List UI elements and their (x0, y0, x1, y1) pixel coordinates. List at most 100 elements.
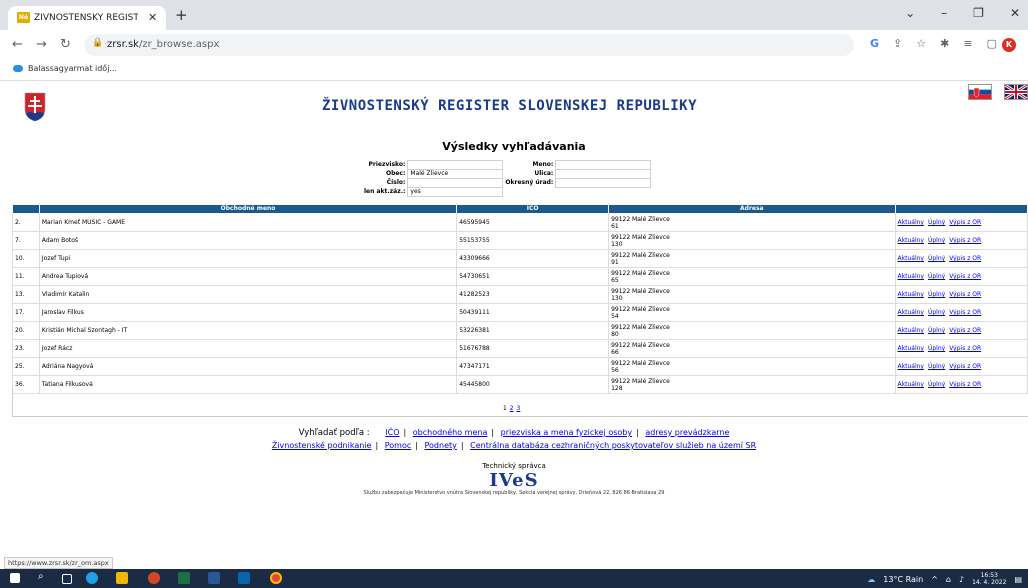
full-extract-link[interactable]: Úplný (928, 237, 945, 244)
lock-icon[interactable]: 🔒 (92, 38, 103, 48)
full-extract-link[interactable]: Úplný (928, 273, 945, 280)
bookmark-item[interactable]: Balassagyarmat időj... (13, 64, 117, 73)
reload-icon[interactable]: ↻ (60, 37, 71, 52)
google-icon[interactable]: G (870, 37, 879, 50)
current-extract-link[interactable]: Aktuálny (898, 219, 924, 226)
notifications-icon[interactable]: ▤ (1014, 575, 1022, 584)
profile-avatar[interactable]: K (1002, 38, 1016, 52)
or-extract-link[interactable]: Výpis z OR (949, 273, 981, 280)
volume-icon[interactable]: ♪ (959, 575, 964, 584)
tray-chevron-icon[interactable]: ^ (931, 575, 938, 584)
outlook-icon[interactable] (238, 572, 250, 584)
close-window-button[interactable]: ✕ (1010, 6, 1020, 20)
feedback-link[interactable]: Podnety (425, 441, 457, 450)
weather-text[interactable]: 13°C Rain (883, 575, 923, 584)
search-by-address-link[interactable]: adresy prevádzkarne (645, 428, 729, 437)
excel-icon[interactable] (178, 572, 190, 584)
business-name: Adam Botoš (38, 231, 458, 250)
weather-icon (13, 65, 23, 72)
search-by-person-link[interactable]: priezviska a mena fyzickej osoby (501, 428, 632, 437)
page-link[interactable]: 2 (510, 405, 514, 412)
status-bar-url: https://www.zrsr.sk/zr_om.aspx (4, 557, 113, 569)
or-extract-link[interactable]: Výpis z OR (949, 219, 981, 226)
side-panel-icon[interactable]: ▢ (987, 37, 997, 50)
full-extract-link[interactable]: Úplný (928, 309, 945, 316)
share-icon[interactable]: ⇪ (893, 37, 902, 50)
favicon-icon: Nó (17, 12, 30, 23)
page-link[interactable]: 3 (517, 405, 521, 412)
col-header-links (894, 204, 1028, 214)
current-extract-link[interactable]: Aktuálny (898, 363, 924, 370)
powerpoint-icon[interactable] (148, 572, 160, 584)
current-extract-link[interactable]: Aktuálny (898, 309, 924, 316)
ives-logo[interactable]: IVeS (0, 470, 1028, 491)
reading-list-icon[interactable]: ≡ (963, 37, 972, 50)
links-cell: Aktuálny Úplný Výpis z OR (894, 249, 1028, 268)
current-extract-link[interactable]: Aktuálny (898, 237, 924, 244)
current-extract-link[interactable]: Aktuálny (898, 381, 924, 388)
english-flag-icon[interactable] (1004, 84, 1028, 100)
or-extract-link[interactable]: Výpis z OR (949, 291, 981, 298)
current-extract-link[interactable]: Aktuálny (898, 291, 924, 298)
task-view-icon[interactable] (62, 574, 72, 584)
obec-label: Obec: (362, 169, 408, 179)
network-icon[interactable]: ⌂ (946, 575, 951, 584)
table-row: 10. Jozef Tupi 43309666 99122 Malé Zlievce 9… (12, 249, 1028, 268)
back-icon[interactable]: ← (12, 37, 23, 52)
full-extract-link[interactable]: Úplný (928, 363, 945, 370)
slovak-flag-icon[interactable] (968, 84, 992, 100)
full-extract-link[interactable]: Úplný (928, 219, 945, 226)
ico-value: 47347171 (456, 357, 610, 376)
chrome-icon[interactable] (270, 572, 282, 584)
or-extract-link[interactable]: Výpis z OR (949, 363, 981, 370)
or-extract-link[interactable]: Výpis z OR (949, 345, 981, 352)
windows-start-icon[interactable] (10, 573, 20, 583)
results-table: Obchodné meno IČO Adresa 2. Marian Kmeť M… (12, 204, 1028, 394)
file-explorer-icon[interactable] (116, 572, 128, 584)
or-extract-link[interactable]: Výpis z OR (949, 237, 981, 244)
forward-icon[interactable]: → (36, 37, 47, 52)
address-line: 99122 Malé Zlievce (611, 251, 670, 259)
current-extract-link[interactable]: Aktuálny (898, 327, 924, 334)
or-extract-link[interactable]: Výpis z OR (949, 309, 981, 316)
priezvisko-label: Priezvisko: (362, 160, 408, 170)
full-extract-link[interactable]: Úplný (928, 381, 945, 388)
or-extract-link[interactable]: Výpis z OR (949, 255, 981, 262)
help-link[interactable]: Pomoc (385, 441, 412, 450)
links-cell: Aktuálny Úplný Výpis z OR (894, 303, 1028, 322)
links-cell: Aktuálny Úplný Výpis z OR (894, 357, 1028, 376)
extensions-icon[interactable]: ✱ (940, 37, 949, 50)
search-icon[interactable]: ⌕ (38, 571, 50, 583)
chevron-down-icon[interactable]: ⌄ (905, 6, 915, 20)
current-extract-link[interactable]: Aktuálny (898, 255, 924, 262)
star-icon[interactable]: ☆ (916, 37, 926, 50)
address-cell: 99122 Malé Zlievce 91 (608, 249, 896, 268)
url-input[interactable]: 🔒 zrsr.sk/zr_browse.aspx (84, 34, 854, 56)
search-by-ico-link[interactable]: IČO (385, 428, 399, 437)
trade-business-link[interactable]: Živnostenské podnikanie (272, 441, 372, 450)
priezvisko-value (407, 160, 504, 170)
browser-tab[interactable]: Nó ŽIVNOSTENSKÝ REGISTER SLOVE ✕ (8, 6, 166, 30)
full-extract-link[interactable]: Úplný (928, 291, 945, 298)
or-extract-link[interactable]: Výpis z OR (949, 327, 981, 334)
full-extract-link[interactable]: Úplný (928, 255, 945, 262)
search-by-label: Vyhľadať podľa : (298, 428, 370, 438)
new-tab-button[interactable]: + (175, 6, 188, 24)
clock[interactable]: 16:53 14. 4. 2022 (972, 572, 1006, 586)
tab-title: ŽIVNOSTENSKÝ REGISTER SLOVE (34, 13, 138, 23)
edge-icon[interactable] (86, 572, 98, 584)
crossborder-db-link[interactable]: Centrálna databáza cezhraničných poskyto… (470, 441, 756, 450)
or-extract-link[interactable]: Výpis z OR (949, 381, 981, 388)
tech-admin-label: Technický správca (482, 462, 546, 470)
word-icon[interactable] (208, 572, 220, 584)
urad-label: Okresný úrad: (502, 178, 556, 188)
search-by-name-link[interactable]: obchodného mena (413, 428, 488, 437)
weather-icon[interactable]: ☁ (867, 575, 875, 584)
current-extract-link[interactable]: Aktuálny (898, 345, 924, 352)
full-extract-link[interactable]: Úplný (928, 345, 945, 352)
close-tab-icon[interactable]: ✕ (148, 11, 157, 24)
current-extract-link[interactable]: Aktuálny (898, 273, 924, 280)
minimize-button[interactable]: – (941, 6, 947, 20)
maximize-button[interactable]: ❐ (973, 6, 984, 20)
full-extract-link[interactable]: Úplný (928, 327, 945, 334)
